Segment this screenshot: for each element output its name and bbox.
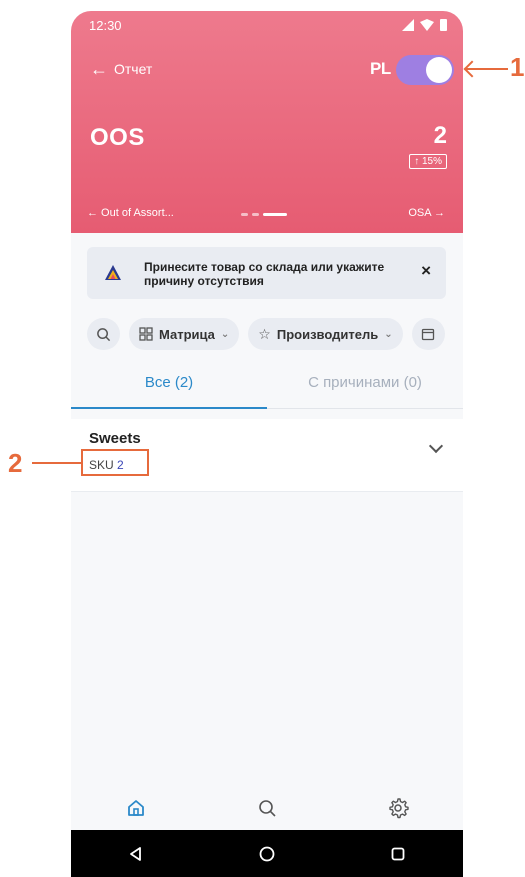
back-triangle-icon[interactable] — [128, 846, 144, 862]
prev-metric-link[interactable]: ← Out of Assort... — [87, 207, 174, 219]
metric-change-badge: ↑ 15% — [409, 154, 447, 169]
page-dot — [252, 213, 259, 216]
search-icon — [259, 800, 276, 817]
pl-toggle[interactable] — [396, 55, 454, 85]
app-logo-icon — [105, 265, 121, 280]
home-icon — [128, 800, 145, 816]
filter-chip-label: Матрица — [159, 326, 215, 342]
home-circle-icon[interactable] — [258, 845, 276, 863]
wifi-icon — [420, 19, 434, 31]
metric-value: 2 — [433, 122, 447, 149]
system-nav-bar — [71, 830, 463, 877]
annotation-number: 2 — [8, 448, 23, 478]
nav-search[interactable] — [247, 788, 287, 828]
star-icon: ☆ — [258, 325, 271, 342]
recents-square-icon[interactable] — [390, 846, 406, 862]
chevron-down-icon[interactable] — [428, 438, 444, 454]
battery-icon — [440, 19, 447, 31]
bottom-nav — [71, 786, 463, 830]
filter-chip-manufacturer[interactable]: ☆ Производитель ⌄ — [248, 318, 403, 350]
report-header: 12:30 ← Отчет PL OOS 2 ↑ 15% ← Out of As… — [71, 11, 463, 233]
annotation-box — [81, 449, 149, 476]
item-title: Sweets — [89, 430, 141, 447]
page-dot-active — [263, 213, 287, 216]
back-arrow-icon: ← — [90, 59, 108, 79]
annotation-line — [465, 68, 508, 70]
metric-title: OOS — [90, 124, 145, 151]
nav-home[interactable] — [116, 788, 156, 828]
chevron-down-icon: ⌄ — [384, 328, 393, 340]
search-filter-button[interactable] — [87, 318, 120, 350]
toggle-knob — [426, 57, 452, 83]
filter-bar: Матрица ⌄ ☆ Производитель ⌄ — [87, 317, 463, 351]
grid-icon — [139, 327, 153, 341]
calendar-icon — [421, 328, 435, 341]
banner-text: Принесите товар со склада или укажите пр… — [144, 260, 385, 288]
back-button[interactable]: ← Отчет — [90, 60, 152, 78]
tab-bar: Все (2) С причинами (0) — [71, 366, 463, 409]
pl-toggle-label: PL — [370, 59, 391, 78]
nav-settings[interactable] — [378, 788, 418, 828]
phone-screen: 12:30 ← Отчет PL OOS 2 ↑ 15% ← Out of As… — [71, 11, 463, 877]
annotation-number: 1 — [510, 52, 525, 82]
search-icon — [97, 327, 111, 341]
chevron-down-icon: ⌄ — [220, 328, 230, 340]
filter-chip-label: Производитель — [276, 326, 379, 342]
status-time: 12:30 — [89, 18, 122, 33]
page-indicator — [241, 213, 287, 216]
annotation-line — [32, 462, 81, 464]
filter-chip-calendar[interactable] — [411, 318, 445, 350]
back-label: Отчет — [114, 61, 153, 77]
close-icon[interactable]: × — [421, 261, 431, 281]
tab-with-reasons[interactable]: С причинами (0) — [267, 366, 463, 408]
page-dot — [241, 213, 248, 216]
filter-chip-matrix[interactable]: Матрица ⌄ — [129, 318, 240, 350]
signal-icon — [402, 19, 414, 31]
next-metric-link[interactable]: OSA → — [408, 207, 445, 219]
tab-all[interactable]: Все (2) — [71, 366, 267, 409]
status-icons — [402, 19, 447, 31]
hint-banner: Принесите товар со склада или укажите пр… — [87, 247, 446, 299]
gear-icon — [388, 798, 409, 819]
